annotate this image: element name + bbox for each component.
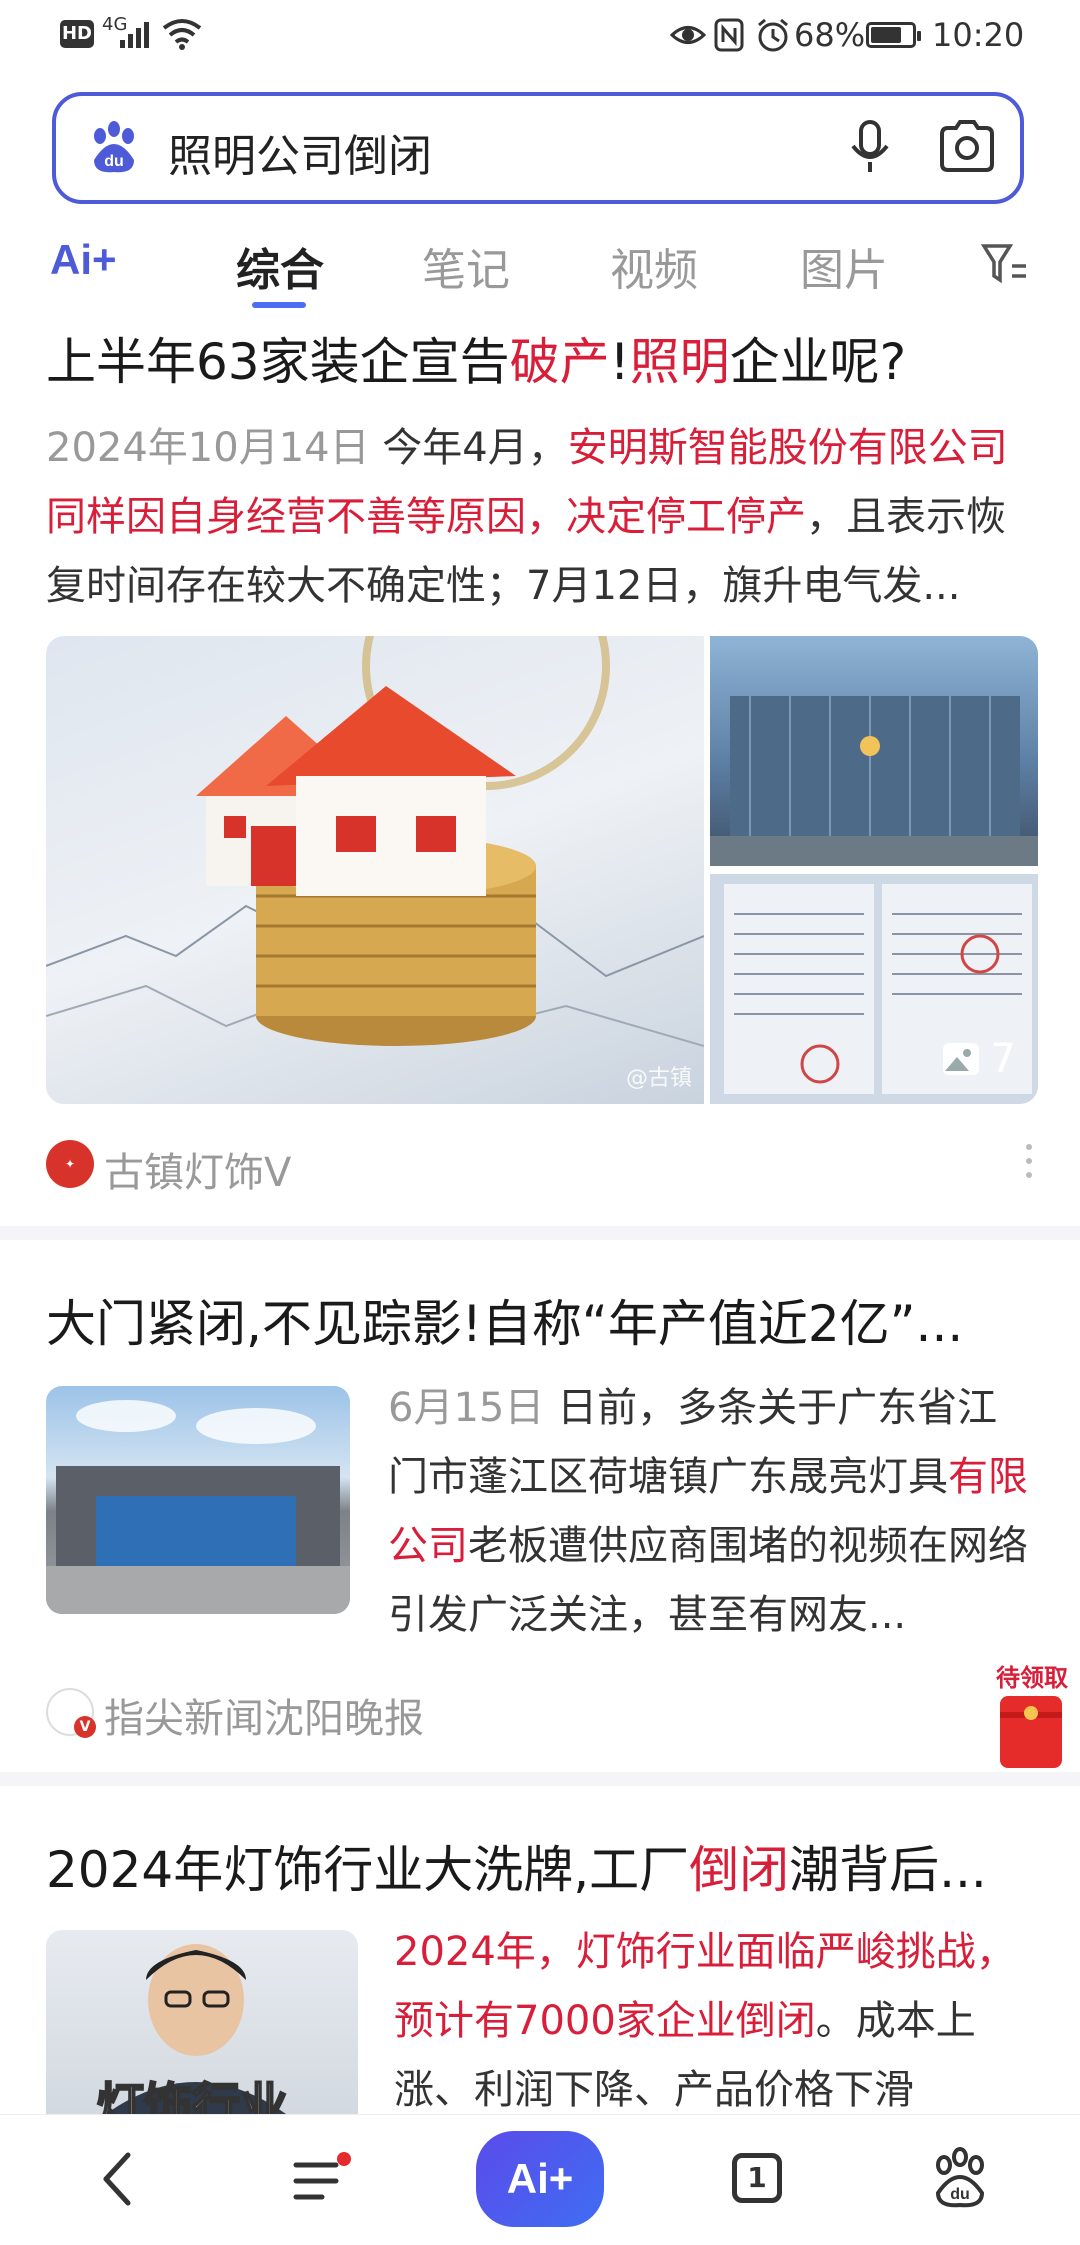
active-tab-indicator — [252, 302, 306, 308]
title-text: 潮背后... — [789, 1841, 987, 1899]
tab-ai[interactable]: Ai+ — [50, 236, 117, 284]
tabs-count-button[interactable]: 1 — [732, 2153, 782, 2203]
status-bar: HD 4G 68% 10:20 — [0, 0, 1080, 72]
menu-icon — [293, 2152, 351, 2200]
svg-text:du: du — [950, 2186, 970, 2203]
snippet-text: 今年4月， — [369, 425, 568, 471]
svg-text:du: du — [104, 153, 124, 170]
title-highlight: 照明 — [629, 333, 730, 391]
clock: 10:20 — [932, 16, 1025, 54]
title-highlight: 倒闭 — [689, 1841, 790, 1899]
battery-percent: 68% — [794, 16, 866, 54]
baidu-paw-icon: du — [94, 121, 134, 173]
result-1-image-notice[interactable]: 7 — [710, 874, 1038, 1104]
source-name[interactable]: 指尖新闻沈阳晚报 — [104, 1686, 424, 1744]
ai-label: Ai+ — [50, 236, 117, 283]
thumbnail-caption: 灯饰行业 — [95, 2077, 289, 2114]
tab-video[interactable]: 视频 — [610, 234, 698, 298]
title-text: 上半年63家装企宣告 — [46, 333, 510, 391]
result-2-snippet: 6月15日 日前，多条关于广东省江门市蓬江区荷塘镇广东晟亮灯具有限公司老板遭供应… — [388, 1374, 1028, 1650]
eye-icon — [670, 26, 706, 44]
tab-notes[interactable]: 笔记 — [422, 234, 510, 298]
result-2-title[interactable]: 大门紧闭,不见踪影!自称“年产值近2亿”... — [46, 1284, 963, 1356]
source-avatar[interactable]: ✦ — [46, 1140, 94, 1188]
search-input[interactable]: 照明公司倒闭 — [168, 120, 432, 184]
wifi-icon — [162, 19, 202, 50]
result-2-thumbnail[interactable] — [46, 1386, 350, 1614]
search-bar[interactable]: du 照明公司倒闭 — [52, 92, 1024, 204]
result-1-main-image[interactable]: @古镇 — [46, 636, 704, 1104]
baidu-home-icon[interactable]: du — [930, 2147, 990, 2209]
red-packet-icon[interactable] — [1000, 1696, 1062, 1768]
result-1-snippet: 2024年10月14日 今年4月，安明斯智能股份有限公司同样因自身经营不善等原因… — [46, 414, 1036, 621]
tab-images[interactable]: 图片 — [800, 234, 888, 298]
source-name[interactable]: 古镇灯饰V — [104, 1140, 291, 1198]
result-date: 6月15日 — [388, 1385, 545, 1431]
ai-assistant-button[interactable]: Ai+ — [476, 2131, 604, 2227]
result-date: 2024年10月14日 — [46, 425, 370, 471]
camera-icon[interactable] — [938, 118, 996, 174]
result-3-snippet: 2024年，灯饰行业面临严峻挑战，预计有7000家企业倒闭。成本上涨、利润下降、… — [394, 1918, 1034, 2125]
factory-gate-photo — [46, 1400, 350, 1614]
result-1-image-building[interactable] — [710, 636, 1038, 866]
title-text: ! — [609, 333, 630, 391]
hd-badge: HD — [60, 20, 94, 48]
image-count: 7 — [990, 1036, 1016, 1082]
divider — [0, 1772, 1080, 1786]
building-photo — [710, 696, 1038, 866]
image-watermark: @古镇 — [625, 1066, 692, 1091]
filter-icon[interactable] — [980, 242, 1030, 286]
battery-icon — [866, 22, 921, 48]
back-icon[interactable] — [98, 2149, 138, 2209]
bottom-nav: Ai+ 1 du — [0, 2114, 1080, 2245]
alarm-icon — [758, 18, 788, 52]
image-count-badge: 7 — [941, 1036, 1016, 1082]
result-3-title[interactable]: 2024年灯饰行业大洗牌,工厂倒闭潮背后... — [46, 1830, 987, 1902]
title-highlight: 破产 — [509, 333, 610, 391]
source-avatar[interactable]: V — [46, 1688, 96, 1738]
ai-label: Ai+ — [506, 2155, 574, 2202]
more-options-icon[interactable] — [1024, 1142, 1034, 1186]
house-on-coins-illustration — [46, 636, 704, 1047]
title-text: 2024年灯饰行业大洗牌,工厂 — [46, 1841, 690, 1899]
result-1-title[interactable]: 上半年63家装企宣告破产!照明企业呢? — [46, 322, 906, 394]
title-text: 企业呢? — [729, 333, 907, 391]
result-3-thumbnail[interactable]: 灯饰行业 — [46, 1930, 358, 2114]
signal-icon — [120, 22, 149, 48]
menu-button[interactable] — [292, 2151, 352, 2207]
snippet-text: 老板遭供应商围堵的视频在网络引发广泛关注，甚至有网友... — [388, 1523, 1028, 1638]
tab-comprehensive[interactable]: 综合 — [236, 234, 324, 298]
gallery-icon — [942, 1043, 979, 1075]
divider — [0, 1226, 1080, 1240]
microphone-icon[interactable] — [848, 118, 892, 178]
red-packet-label[interactable]: 待领取 — [996, 1658, 1068, 1693]
nfc-icon — [714, 18, 744, 52]
